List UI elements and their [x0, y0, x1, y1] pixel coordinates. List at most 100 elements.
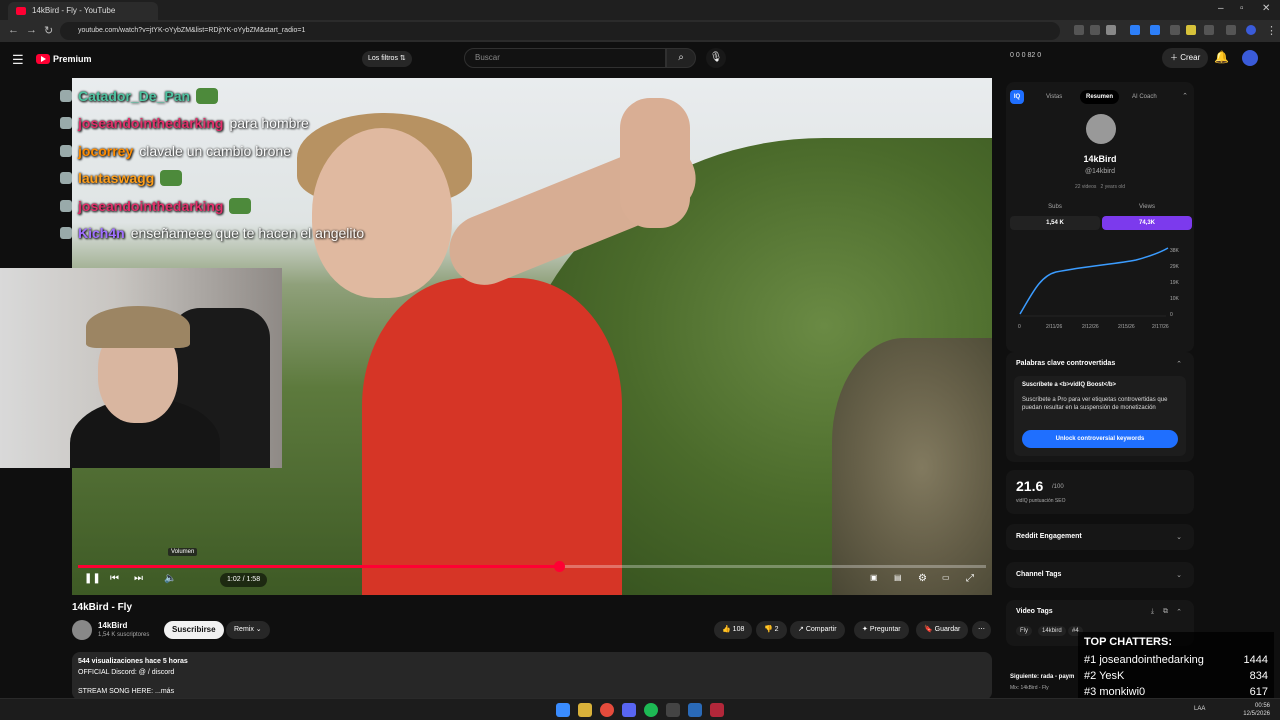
remix-button[interactable]: Remix ⌄ [226, 621, 270, 639]
dislike-count: 2 [774, 626, 779, 633]
share-button[interactable]: ↗ Compartir [790, 621, 845, 639]
url-input[interactable]: youtube.com/watch?v=jtYK-oYybZM&list=RDj… [60, 22, 1060, 40]
close-window-icon[interactable]: ✕ [1262, 3, 1270, 14]
extension-icon[interactable] [1150, 25, 1160, 35]
hamburger-menu-icon[interactable]: ☰ [12, 52, 24, 68]
pause-icon[interactable]: ❚❚ [84, 573, 101, 584]
unlock-keywords-button[interactable]: Unlock controversial keywords [1022, 430, 1178, 448]
subscribe-button[interactable]: Suscribirse [164, 621, 224, 639]
minimize-icon[interactable]: – [1218, 3, 1224, 14]
account-avatar[interactable] [1242, 50, 1258, 66]
app-icon[interactable] [688, 703, 702, 717]
discord-icon[interactable] [622, 703, 636, 717]
chatter-name: YesK [1099, 670, 1125, 682]
tag-chip[interactable]: Fly [1016, 626, 1032, 636]
chrome-icon[interactable] [600, 703, 614, 717]
subs-label: Subs [1048, 204, 1062, 210]
search-input[interactable]: Buscar [464, 48, 666, 68]
extensions-puzzle-icon[interactable] [1204, 25, 1214, 35]
views-toggle[interactable]: 74,3K [1102, 216, 1192, 230]
windows-start-icon[interactable] [556, 703, 570, 717]
ask-button[interactable]: ✦ Preguntar [854, 621, 909, 639]
bookmark-star-icon[interactable] [1106, 25, 1116, 35]
channel-name[interactable]: 14kBird [98, 621, 127, 630]
seo-score: 21.6 [1016, 478, 1044, 494]
voice-search-button[interactable]: 🎙 [706, 48, 726, 68]
copy-icon[interactable]: ⧉ [1163, 608, 1168, 616]
controversial-keywords-card: Palabras clave controvertidas ⌃ Suscríbe… [1006, 352, 1194, 462]
keywords-title: Palabras clave controvertidas [1016, 360, 1116, 367]
chat-username: Catador_De_Pan [78, 88, 191, 104]
app-icon[interactable] [666, 703, 680, 717]
file-explorer-icon[interactable] [578, 703, 592, 717]
tag-chip[interactable]: 14kbird [1038, 626, 1066, 636]
y-tick: 38K [1170, 248, 1180, 254]
tab-resumen[interactable]: Resumen [1080, 90, 1120, 104]
fullscreen-icon[interactable]: ⤢ [966, 573, 974, 584]
vidiq-player-icon[interactable]: ▣ [870, 573, 878, 582]
download-icon[interactable]: ⤓ [1151, 608, 1154, 616]
youtube-play-icon [36, 54, 50, 64]
reload-icon[interactable]: ↻ [44, 24, 53, 37]
next-icon[interactable]: ⏭ [134, 573, 143, 584]
extension-icon[interactable] [1074, 25, 1084, 35]
tab-vistas[interactable]: Vistas [1040, 90, 1068, 104]
spotify-icon[interactable] [644, 703, 658, 717]
downloads-icon[interactable] [1226, 25, 1236, 35]
profile-icon[interactable] [1246, 25, 1256, 35]
clock-time: 00:56 [1254, 703, 1270, 709]
channel-tags-title: Channel Tags [1016, 571, 1062, 578]
menu-dots-icon[interactable]: ⋮ [1266, 24, 1277, 37]
browser-tab[interactable]: 14kBird - Fly - YouTube [8, 2, 158, 20]
extension-icon[interactable] [1090, 25, 1100, 35]
reddit-card[interactable]: Reddit Engagement ⌄ [1006, 524, 1194, 550]
x-tick: 0 [1018, 324, 1021, 330]
language-indicator[interactable]: LAA [1194, 706, 1205, 712]
notifications-bell-icon[interactable]: 🔔 [1214, 50, 1229, 64]
previous-icon[interactable]: ⏮ [110, 573, 119, 584]
save-button[interactable]: 🔖 Guardar [916, 621, 969, 639]
views-growth-chart: 38K 29K 19K 10K 0 0 2/11/26 2/12/26 2/15… [1018, 247, 1180, 330]
extension-icon[interactable] [1130, 25, 1140, 35]
video-count: 22 videos [1074, 184, 1097, 190]
chat-username: Kich4n [78, 225, 125, 241]
create-button[interactable]: ＋ Crear [1162, 48, 1209, 68]
chevron-up-icon[interactable]: ⌃ [1176, 608, 1182, 616]
chat-message: lautaswagg [60, 170, 183, 186]
settings-gear-icon[interactable]: ⚙ [918, 573, 927, 584]
subs-toggle[interactable]: 1,54 K [1010, 216, 1100, 230]
back-icon[interactable]: ← [8, 24, 19, 36]
next-up-title: Siguiente: rada - paym [1010, 674, 1075, 680]
chevron-down-icon[interactable]: ⌄ [1176, 571, 1182, 579]
clock[interactable]: 00:56 12/5/2026 [1243, 702, 1270, 718]
volume-icon[interactable]: 🔈 [164, 573, 176, 584]
vidiq-channel-meta: 22 videos 2 years old [1006, 184, 1194, 190]
youtube-logo[interactable]: Premium [36, 52, 92, 66]
vidiq-channel-handle: @14kbird [1084, 168, 1116, 175]
reddit-title: Reddit Engagement [1016, 533, 1082, 540]
extension-icon[interactable] [1170, 25, 1180, 35]
channel-tags-card[interactable]: Channel Tags ⌄ [1006, 562, 1194, 588]
collapse-icon[interactable]: ⌃ [1182, 92, 1188, 100]
filters-chip[interactable]: Los filtros ⇅ [362, 51, 412, 67]
description-box[interactable] [72, 652, 992, 700]
chevron-down-icon[interactable]: ⌄ [1176, 533, 1182, 541]
like-button[interactable]: 👍 108 [714, 621, 753, 639]
dislike-button[interactable]: 👎 2 [756, 621, 787, 639]
search-button[interactable]: ⌕ [666, 48, 696, 68]
miniplayer-icon[interactable]: ▭ [942, 573, 950, 582]
extension-icon[interactable] [1186, 25, 1196, 35]
progress-bar[interactable] [78, 561, 986, 572]
channel-avatar[interactable] [72, 620, 92, 640]
subtitles-icon[interactable]: ▤ [894, 573, 902, 582]
chevron-up-icon[interactable]: ⌃ [1176, 360, 1182, 368]
more-actions-button[interactable]: ⋯ [972, 621, 991, 639]
microphone-icon: 🎙 [709, 52, 723, 63]
app-icon[interactable] [710, 703, 724, 717]
forward-icon[interactable]: → [26, 24, 37, 36]
share-label: Compartir [805, 626, 837, 633]
maximize-icon[interactable]: ▫ [1240, 3, 1244, 14]
next-up-sub: Mix: 14kBird - Fly [1010, 685, 1049, 691]
tab-ai-coach[interactable]: AI Coach [1126, 90, 1163, 104]
song-line: STREAM SONG HERE: ...más [78, 688, 175, 695]
